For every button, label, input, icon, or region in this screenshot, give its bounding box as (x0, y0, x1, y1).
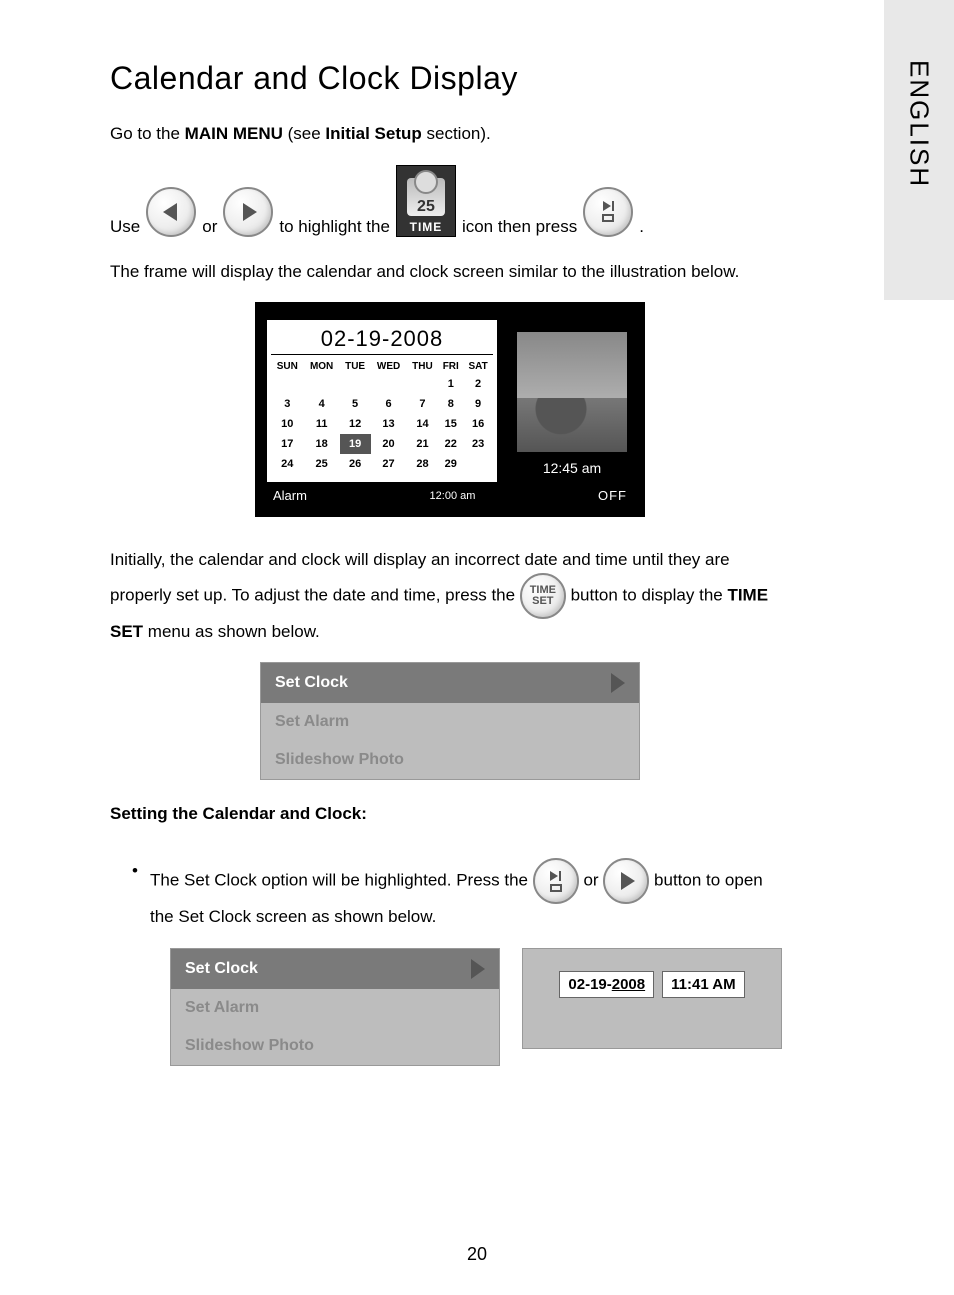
calendar-screenshot: 02-19-2008 SUN MON TUE WED THU FRI SAT 1… (255, 302, 645, 517)
calendar-panel: 02-19-2008 SUN MON TUE WED THU FRI SAT 1… (267, 320, 497, 482)
alarm-row: Alarm 12:00 am OFF (267, 488, 633, 503)
menu-item-slideshow-photo: Slideshow Photo (171, 1027, 499, 1065)
time-menu-icon: 25 TIME (396, 165, 456, 237)
set-clock-panel: 02-19-2008 11:41 AM (522, 948, 782, 1049)
menu-item-set-clock: Set Clock (261, 663, 639, 703)
alarm-time: 12:00 am (430, 490, 476, 502)
right-arrow-icon (223, 187, 273, 237)
chevron-right-icon (611, 673, 625, 693)
page-content: Calendar and Clock Display Go to the MAI… (0, 0, 870, 1106)
menu-item-set-alarm: Set Alarm (261, 703, 639, 741)
page-number: 20 (0, 1244, 954, 1265)
intro-paragraph: Go to the MAIN MENU (see Initial Setup s… (110, 121, 790, 147)
paragraph-2: Initially, the calendar and clock will d… (110, 547, 790, 644)
calendar-grid: SUN MON TUE WED THU FRI SAT 12 3456789 1… (271, 359, 493, 474)
instruction-line-2: The frame will display the calendar and … (110, 259, 790, 285)
menu-item-set-clock: Set Clock (171, 949, 499, 989)
menu-item-set-alarm: Set Alarm (171, 989, 499, 1027)
time-set-button-icon: TIMESET (520, 573, 566, 619)
calendar-glyph-icon: 25 (407, 178, 445, 216)
clock-time: 12:45 am (543, 460, 601, 476)
right-arrow-icon (603, 858, 649, 904)
photo-thumbnail (517, 332, 627, 452)
dual-panel: Set Clock Set Alarm Slideshow Photo 02-1… (170, 948, 790, 1066)
page-title: Calendar and Clock Display (110, 60, 790, 97)
alarm-state: OFF (598, 488, 627, 503)
play-stop-icon (533, 858, 579, 904)
left-arrow-icon (146, 187, 196, 237)
language-label: ENGLISH (904, 60, 935, 188)
bullet-1: The Set Clock option will be highlighted… (132, 858, 790, 930)
play-stop-icon (583, 187, 633, 237)
language-sidebar: ENGLISH (884, 0, 954, 300)
chevron-right-icon (471, 959, 485, 979)
calendar-date-header: 02-19-2008 (271, 326, 493, 355)
time-icon-label: TIME (410, 220, 443, 234)
alarm-label: Alarm (273, 488, 307, 503)
subheading: Setting the Calendar and Clock: (110, 804, 790, 824)
date-field: 02-19-2008 (559, 971, 654, 998)
bullet-list: The Set Clock option will be highlighted… (132, 858, 790, 930)
time-field: 11:41 AM (662, 971, 744, 998)
instruction-line-1: Use or to highlight the 25 TIME icon the… (110, 165, 790, 237)
time-set-menu-2: Set Clock Set Alarm Slideshow Photo (170, 948, 500, 1066)
time-set-menu: Set Clock Set Alarm Slideshow Photo (260, 662, 640, 780)
menu-item-slideshow-photo: Slideshow Photo (261, 741, 639, 779)
